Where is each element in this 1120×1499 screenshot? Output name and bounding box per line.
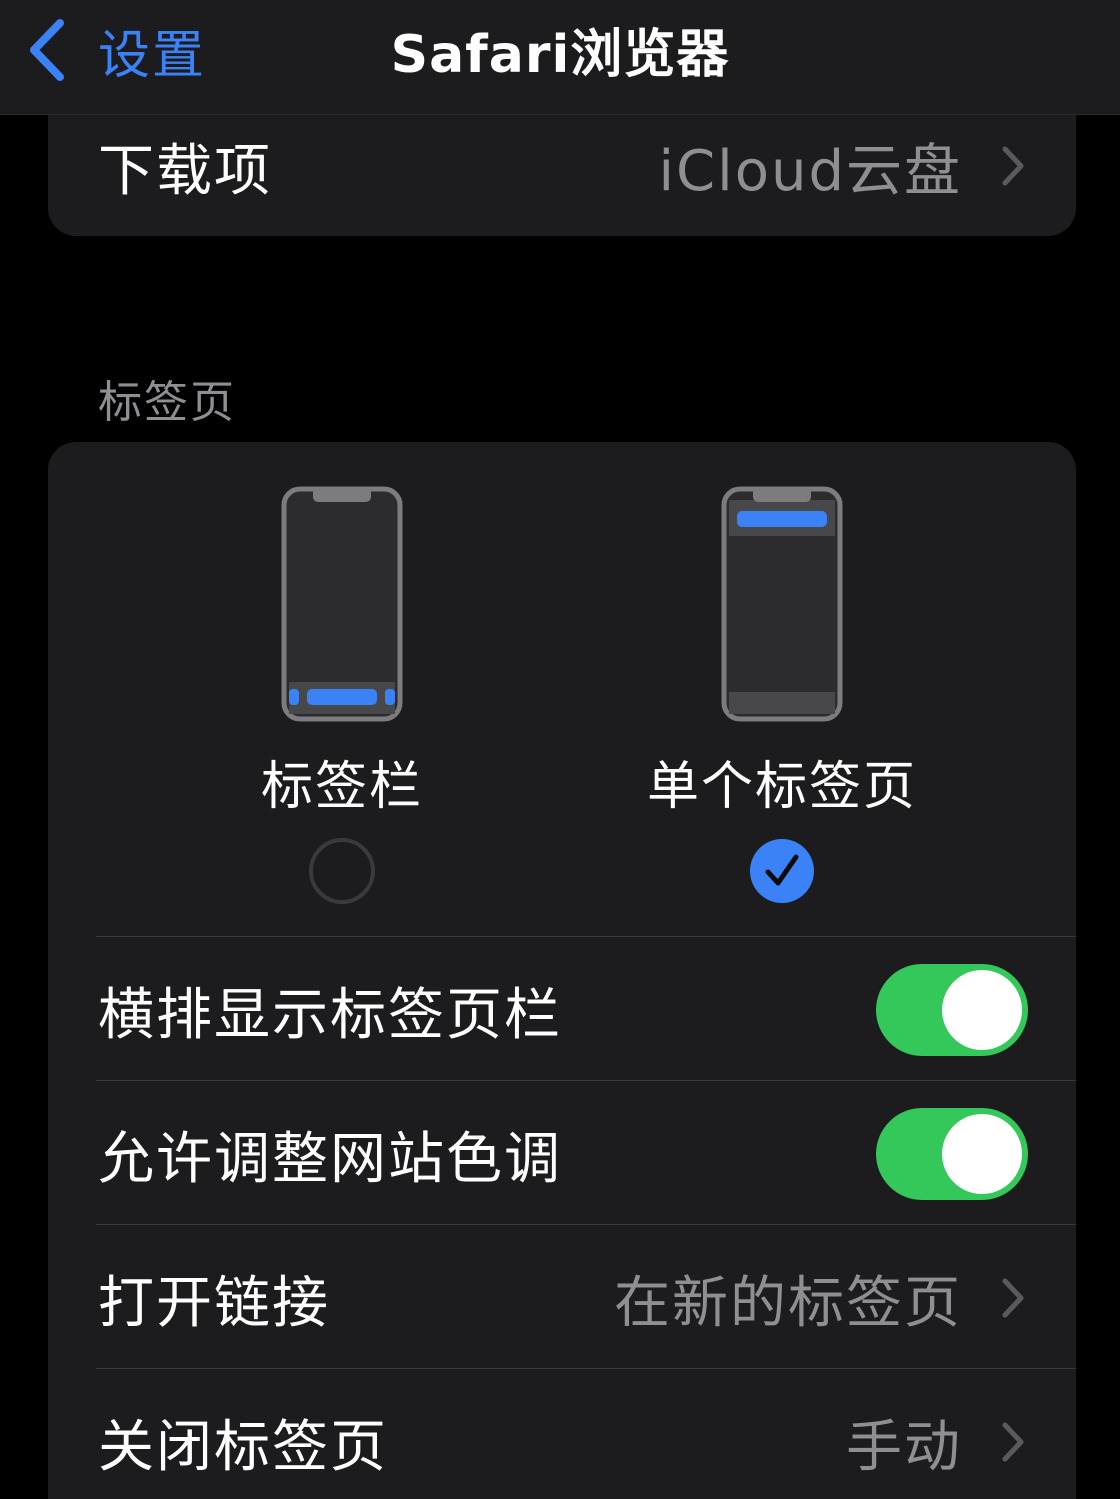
toggle-knob <box>942 1114 1022 1194</box>
close-tabs-value: 手动 <box>846 1414 962 1480</box>
open-links-value: 在新的标签页 <box>614 1270 962 1336</box>
settings-screen: 设置 Safari浏览器 下载项 iCloud云盘 标签页 标签栏 单个标签页 … <box>0 0 1120 1499</box>
chevron-right-icon <box>1002 1278 1024 1318</box>
divider <box>96 1224 1076 1225</box>
phone-tab-bar-icon <box>281 486 403 722</box>
single-tab-option[interactable]: 单个标签页 <box>632 486 932 905</box>
close-tabs-row[interactable]: 关闭标签页 手动 <box>48 1396 1076 1488</box>
single-tab-option-label: 单个标签页 <box>646 757 917 817</box>
checkmark-icon[interactable] <box>748 837 816 905</box>
divider <box>96 936 1076 937</box>
open-links-row[interactable]: 打开链接 在新的标签页 <box>48 1252 1076 1344</box>
tab-bar-option[interactable]: 标签栏 <box>192 486 492 905</box>
landscape-tab-bar-toggle[interactable] <box>876 964 1028 1056</box>
section-header-tabs: 标签页 <box>98 377 236 428</box>
landscape-tab-bar-label: 横排显示标签页栏 <box>98 982 562 1048</box>
downloads-row[interactable]: 下载项 iCloud云盘 <box>48 120 1076 212</box>
chevron-right-icon <box>1002 146 1024 186</box>
phone-single-tab-icon <box>721 486 843 722</box>
divider <box>96 1080 1076 1081</box>
downloads-value: iCloud云盘 <box>658 138 962 204</box>
close-tabs-label: 关闭标签页 <box>98 1414 388 1480</box>
downloads-label: 下载项 <box>98 138 272 204</box>
website-tinting-toggle[interactable] <box>876 1108 1028 1200</box>
page-title: Safari浏览器 <box>390 25 730 85</box>
toggle-knob <box>942 970 1022 1050</box>
landscape-tab-bar-row: 横排显示标签页栏 <box>48 964 1076 1056</box>
website-tinting-label: 允许调整网站色调 <box>98 1126 562 1192</box>
chevron-right-icon <box>1002 1422 1024 1462</box>
divider <box>96 1368 1076 1369</box>
navigation-bar: 设置 Safari浏览器 <box>0 0 1120 115</box>
open-links-label: 打开链接 <box>98 1270 330 1336</box>
radio-unselected-icon[interactable] <box>308 837 376 905</box>
tabs-card: 标签栏 单个标签页 横排显示标签页栏 允许调整网站色调 打开链接 在新的标签页 … <box>48 442 1076 1499</box>
website-tinting-row: 允许调整网站色调 <box>48 1108 1076 1200</box>
tab-bar-option-label: 标签栏 <box>260 757 423 817</box>
